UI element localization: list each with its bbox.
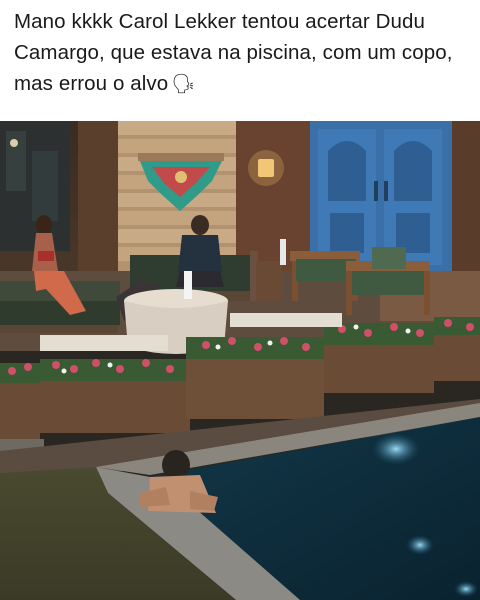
post-caption: Mano kkkk Carol Lekker tentou acertar Du… [14,6,472,100]
brick-column [236,121,310,271]
post-card: Mano kkkk Carol Lekker tentou acertar Du… [0,0,480,600]
post-video-frame[interactable] [0,121,480,600]
pool-light [372,433,420,465]
pool-light [454,581,478,597]
caption-text: Mano kkkk Carol Lekker tentou acertar Du… [14,10,453,95]
scene-illustration [0,121,480,600]
pool-light [406,535,434,555]
wooden-pillar [78,121,118,281]
side-table [256,261,282,301]
water-bottle [280,239,286,265]
white-bench [40,335,168,351]
speaking-head-icon: 🗣 [171,74,196,95]
white-bench [230,313,342,327]
